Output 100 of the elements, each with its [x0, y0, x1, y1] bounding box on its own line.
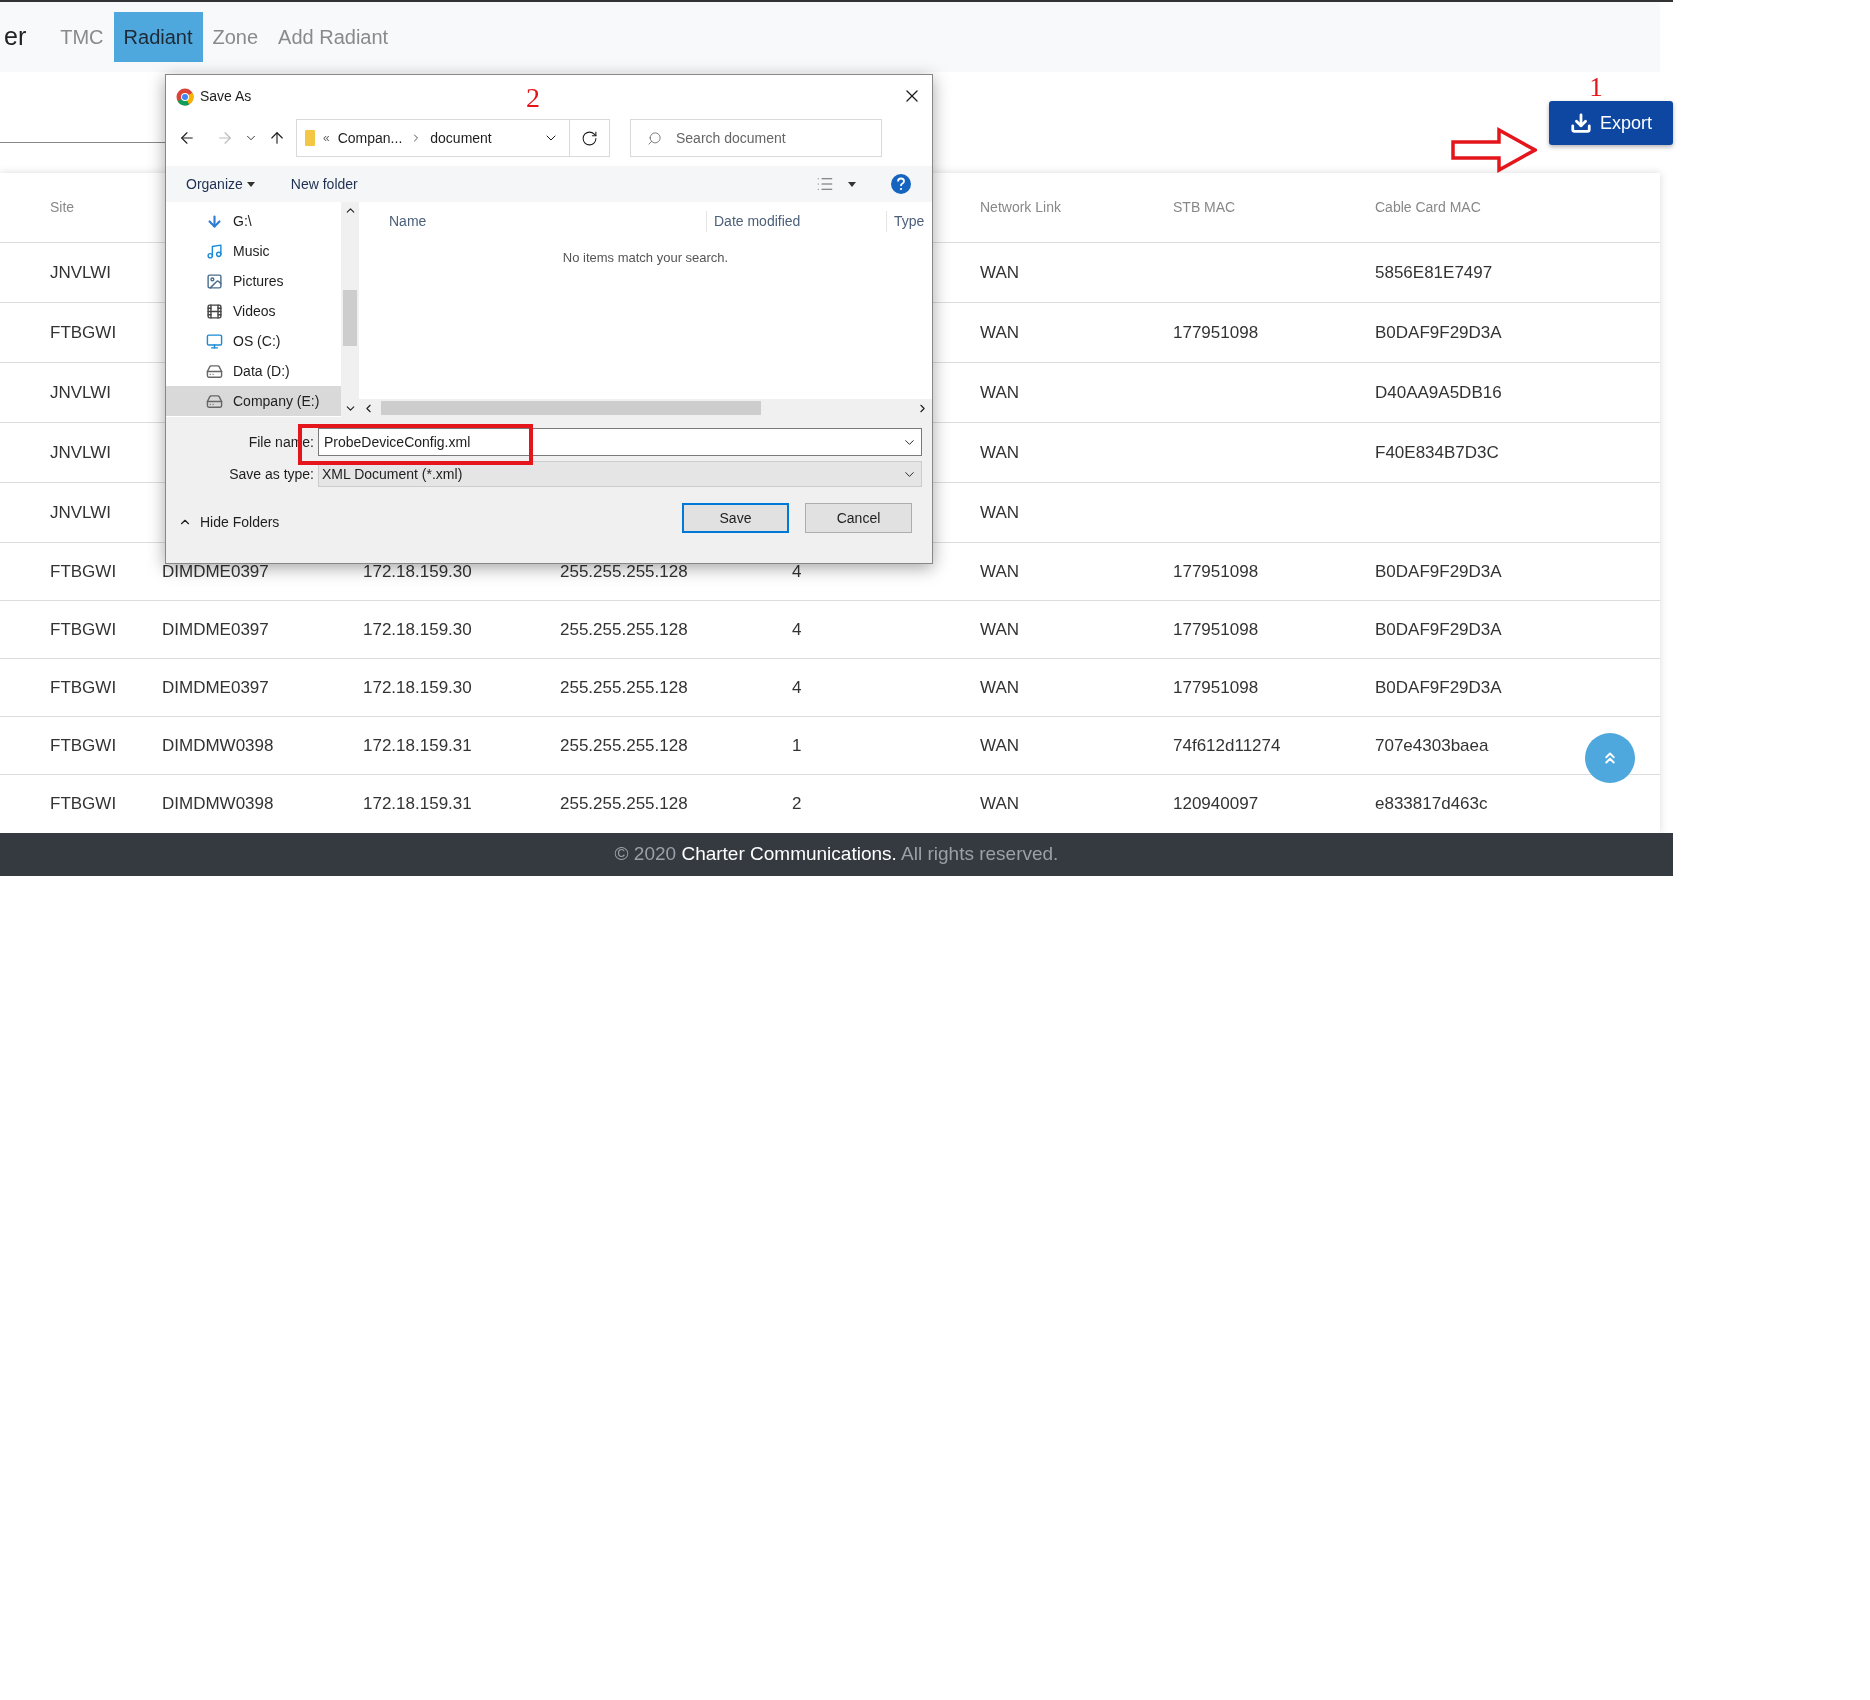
annotation-number: 2 [526, 81, 540, 115]
window-title: Save As [200, 87, 252, 106]
table-cell-text: 2 [792, 793, 802, 816]
table-cell-text: e833817d463c [1375, 793, 1488, 816]
breadcrumb-item[interactable]: document [430, 127, 492, 149]
table-cell-text: 255.255.255.128 [560, 793, 688, 816]
navigation-item[interactable]: G:\ [166, 206, 341, 236]
table-cell-text: WAN [980, 381, 1020, 404]
up-icon[interactable] [268, 129, 286, 147]
back-icon[interactable] [178, 129, 196, 147]
field-label: Save as type: [228, 464, 315, 484]
table-cell-text: DIMDME0397 [162, 560, 269, 583]
nav-tab[interactable]: Radiant [113, 12, 203, 62]
export-button[interactable]: Export [1549, 101, 1673, 145]
table-cell-text: B0DAF9F29D3A [1375, 676, 1502, 699]
picture-icon [206, 272, 223, 290]
search-field[interactable]: Search document [630, 119, 882, 157]
table-cell-text: 120940097 [1173, 793, 1259, 816]
table-cell-text: 172.18.159.30 [363, 560, 472, 583]
table-cell-text: WAN [980, 261, 1020, 284]
file-name-field[interactable]: ProbeDeviceConfig.xml [318, 428, 922, 456]
navigation-item[interactable]: Videos [166, 296, 341, 326]
table-cell-text: JNVLWI [50, 381, 112, 404]
horizontal-scrollbar[interactable] [359, 399, 932, 417]
column-header[interactable]: Type [886, 211, 925, 232]
breadcrumb-item[interactable]: Compan... [337, 127, 403, 149]
table-cell-text: 177951098 [1173, 560, 1259, 583]
organize-menu[interactable]: Organize [186, 173, 255, 195]
scrollbar[interactable] [341, 202, 359, 417]
address-bar[interactable]: « Compan... document [296, 119, 610, 157]
table-cell-text: 255.255.255.128 [560, 734, 688, 757]
table-cell-text: DIMDME0397 [162, 618, 269, 641]
table-cell-text: JNVLWI [50, 501, 112, 524]
file-type-select[interactable]: XML Document (*.xml) [318, 461, 922, 487]
table-cell-text: B0DAF9F29D3A [1375, 618, 1502, 641]
navigation-item[interactable]: OS (C:) [166, 326, 341, 356]
table-cell-text: 172.18.159.30 [363, 618, 472, 641]
table-cell-text: 255.255.255.128 [560, 676, 688, 699]
search-icon [647, 130, 662, 146]
navigation-item[interactable]: Data (D:) [166, 356, 341, 386]
overflow-marker[interactable]: « [323, 129, 330, 147]
table-cell-text: FTBGWI [50, 676, 117, 699]
column-header[interactable]: Name [389, 211, 706, 232]
table-cell-text: DIMDMW0398 [162, 734, 274, 757]
caret-icon[interactable] [848, 181, 856, 187]
table-cell-text: 172.18.159.31 [363, 734, 472, 757]
table-cell-text: DIMDME0397 [162, 676, 269, 699]
table-cell-text: F40E834B7D3C [1375, 441, 1499, 464]
navigation-item[interactable]: Pictures [166, 266, 341, 296]
table-cell-text: 255.255.255.128 [560, 560, 688, 583]
new-folder-button[interactable]: New folder [290, 173, 358, 195]
table-cell-text: WAN [980, 676, 1020, 699]
column-header[interactable]: Date modified [706, 211, 886, 232]
search-input[interactable]: Search document [676, 127, 856, 149]
table-cell-text: JNVLWI [50, 261, 112, 284]
table-cell-text: FTBGWI [50, 321, 117, 344]
save-button[interactable]: Save [682, 503, 789, 533]
table-cell-text: 177951098 [1173, 321, 1259, 344]
scrollbar-thumb[interactable] [381, 401, 761, 415]
table-cell-text: 4 [792, 560, 802, 583]
table-cell-text: 4 [792, 618, 802, 641]
navigation-item[interactable]: Company (E:) [166, 386, 341, 416]
navigation-item[interactable]: Music [166, 236, 341, 266]
table-cell-text: 74f612d11274 [1173, 734, 1281, 757]
table-cell-text: WAN [980, 618, 1020, 641]
table-cell-text: WAN [980, 441, 1020, 464]
folder-icon [305, 130, 315, 146]
cancel-button[interactable]: Cancel [805, 503, 912, 533]
table-cell-text: FTBGWI [50, 560, 117, 583]
download-icon [1570, 112, 1592, 134]
file-name-input[interactable]: ProbeDeviceConfig.xml [324, 431, 902, 453]
table-cell-text: FTBGWI [50, 618, 117, 641]
film-icon [206, 302, 223, 320]
table-cell-text: JNVLWI [50, 441, 112, 464]
music-note-icon [206, 242, 223, 260]
browser-logo-icon [176, 87, 194, 106]
table-cell-text: WAN [980, 793, 1020, 816]
table-cell-text: DIMDMW0398 [162, 793, 274, 816]
table-cell-text: FTBGWI [50, 734, 117, 757]
column-header: STB MAC [1173, 198, 1237, 217]
table-cell-text: 707e4303baea [1375, 734, 1489, 757]
table-cell-text: 172.18.159.31 [363, 793, 472, 816]
scrollbar-thumb[interactable] [343, 290, 357, 346]
caret-icon [246, 181, 255, 187]
brand-name: er [4, 21, 27, 53]
arrow-down-icon [206, 212, 223, 230]
table-cell-text: D40AA9A5DB16 [1375, 381, 1502, 404]
column-header: Network Link [980, 198, 1062, 217]
table-cell-text: WAN [980, 321, 1020, 344]
table-cell-text: 255.255.255.128 [560, 618, 688, 641]
view-options-icon[interactable] [816, 175, 834, 193]
copyright-text: © 2020 Charter Communications. All rights reserved. [614, 842, 1059, 867]
annotation-number: 1 [1589, 73, 1603, 101]
help-icon[interactable] [890, 173, 912, 195]
table-cell-text: 5856E81E7497 [1375, 261, 1493, 284]
table-cell-text: WAN [980, 734, 1020, 757]
table-cell-text: 172.18.159.30 [363, 676, 472, 699]
table-cell-text: WAN [980, 560, 1020, 583]
hide-folders-button[interactable]: Hide Folders [178, 511, 280, 533]
table-cell-text: 4 [792, 676, 802, 699]
